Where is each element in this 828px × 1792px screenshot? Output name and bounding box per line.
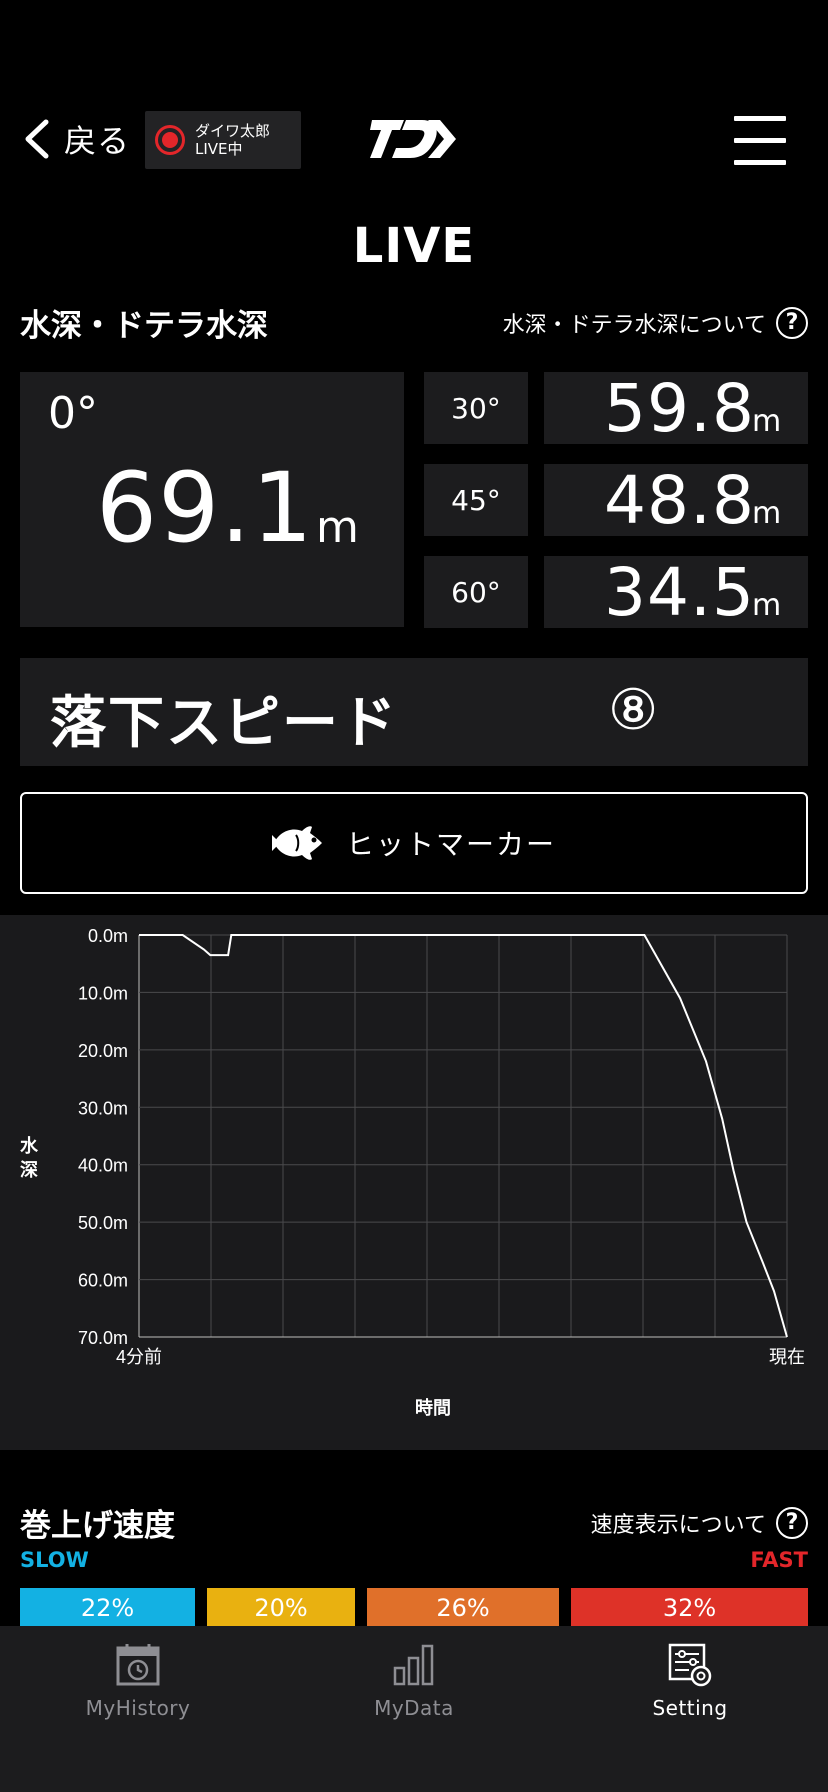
angle-45: 45° <box>424 464 528 536</box>
chart-y-tick-label: 70.0m <box>78 1328 128 1348</box>
depth-section-title: 水深・ドテラ水深 <box>20 308 268 344</box>
help-icon: ? <box>776 1506 808 1539</box>
bottom-tab-bar: MyHistory MyData Setting <box>0 1626 828 1792</box>
speed-help-label: 速度表示について <box>590 1512 766 1538</box>
depth-45-unit: m <box>752 496 782 531</box>
chart-ylabel-2: 深 <box>20 1159 38 1180</box>
depth-60-unit: m <box>752 588 782 623</box>
depth-chart-panel: 0.0m 10.0m 20.0m 30.0m 40.0m 50.0m 60.0m 70.0m 4… <box>0 915 828 1450</box>
speed-bar-1: 22% <box>20 1588 195 1628</box>
depth-30-box: 59.8 m <box>544 370 808 447</box>
fish-icon <box>271 826 322 860</box>
reel-speed-title: 巻上げ速度 <box>20 1508 175 1544</box>
fall-speed-card: 落下スピード ⑧ <box>20 658 808 766</box>
slow-label: SLOW <box>20 1548 89 1572</box>
depth-30-value: 59.8 <box>604 370 755 447</box>
help-icon: ? <box>776 306 808 339</box>
hit-marker-button[interactable]: ヒットマーカー <box>20 792 808 894</box>
chart-x-tick-label: 現在 <box>769 1347 805 1367</box>
history-calendar-icon <box>116 1644 160 1686</box>
depth-series-line <box>139 934 788 1338</box>
hit-marker-label: ヒットマーカー <box>345 828 556 861</box>
depth-section-header: 水深・ドテラ水深 水深・ドテラ水深について ? <box>20 300 808 345</box>
fall-speed-label: 落下スピード <box>50 691 398 756</box>
page-title: LIVE <box>352 218 476 274</box>
live-status-badge: ダイワ太郎 LIVE中 <box>145 111 301 169</box>
chart-y-tick-label: 60.0m <box>78 1271 128 1291</box>
bar-chart-icon <box>393 1644 434 1686</box>
chart-xlabel: 時間 <box>415 1398 451 1418</box>
depth-30-unit: m <box>752 404 782 439</box>
angle-30: 30° <box>424 372 528 444</box>
chart-y-tick-label: 20.0m <box>78 1041 128 1061</box>
live-status-text: LIVE中 <box>195 140 243 158</box>
main-angle: 0° <box>48 388 98 439</box>
chart-y-tick-label: 40.0m <box>78 1156 128 1176</box>
depth-help-link[interactable]: 水深・ドテラ水深について ? <box>502 306 808 339</box>
fall-speed-value: ⑧ <box>608 678 659 743</box>
depth-help-label: 水深・ドテラ水深について <box>502 312 766 338</box>
chart-y-tick-label: 30.0m <box>78 1098 128 1118</box>
tab-myhistory[interactable]: MyHistory <box>0 1626 276 1736</box>
daiwa-logo-icon <box>370 120 456 158</box>
depth-45-value: 48.8 <box>604 462 755 539</box>
speed-help-link[interactable]: 速度表示について ? <box>590 1506 808 1539</box>
depth-main-card: 0° 69.1 m <box>20 372 404 627</box>
speed-bar-2: 20% <box>207 1588 355 1628</box>
speed-bar-3: 26% <box>367 1588 559 1628</box>
chart-y-tick-label: 10.0m <box>78 983 128 1003</box>
back-button[interactable]: 戻る <box>22 116 130 162</box>
tab-mydata[interactable]: MyData <box>276 1626 552 1736</box>
record-icon <box>155 125 185 155</box>
angle-60: 60° <box>424 556 528 628</box>
chart-x-tick-label: 4分前 <box>116 1347 162 1367</box>
chart-y-tick-label: 0.0m <box>88 926 128 946</box>
fast-label: FAST <box>750 1548 808 1572</box>
tab-myhistory-label: MyHistory <box>85 1696 191 1720</box>
chart-ylabel-1: 水 <box>20 1135 39 1156</box>
depth-60-value: 34.5 <box>604 554 755 631</box>
tab-setting-label: Setting <box>652 1696 728 1720</box>
settings-icon <box>668 1643 712 1687</box>
depth-60-box: 34.5 m <box>544 554 808 631</box>
hamburger-menu-button[interactable] <box>734 116 786 166</box>
speed-bar-4: 32% <box>571 1588 808 1628</box>
chart-grid <box>138 934 788 1338</box>
main-depth-value: 69.1 <box>96 452 314 564</box>
depth-45-box: 48.8 m <box>544 462 808 539</box>
tab-mydata-label: MyData <box>374 1696 454 1720</box>
back-label: 戻る <box>64 122 131 160</box>
tab-setting[interactable]: Setting <box>552 1626 828 1736</box>
reel-speed-header: 巻上げ速度 速度表示について ? <box>20 1500 808 1545</box>
depth-chart: 0.0m 10.0m 20.0m 30.0m 40.0m 50.0m 60.0m 70.0m4… <box>20 926 805 1418</box>
main-depth-unit: m <box>316 502 359 553</box>
chevron-left-icon <box>25 119 49 159</box>
chart-y-tick-label: 50.0m <box>78 1213 128 1233</box>
live-user-name: ダイワ太郎 <box>195 122 271 140</box>
header: 戻る ダイワ太郎 LIVE中 <box>0 96 828 186</box>
